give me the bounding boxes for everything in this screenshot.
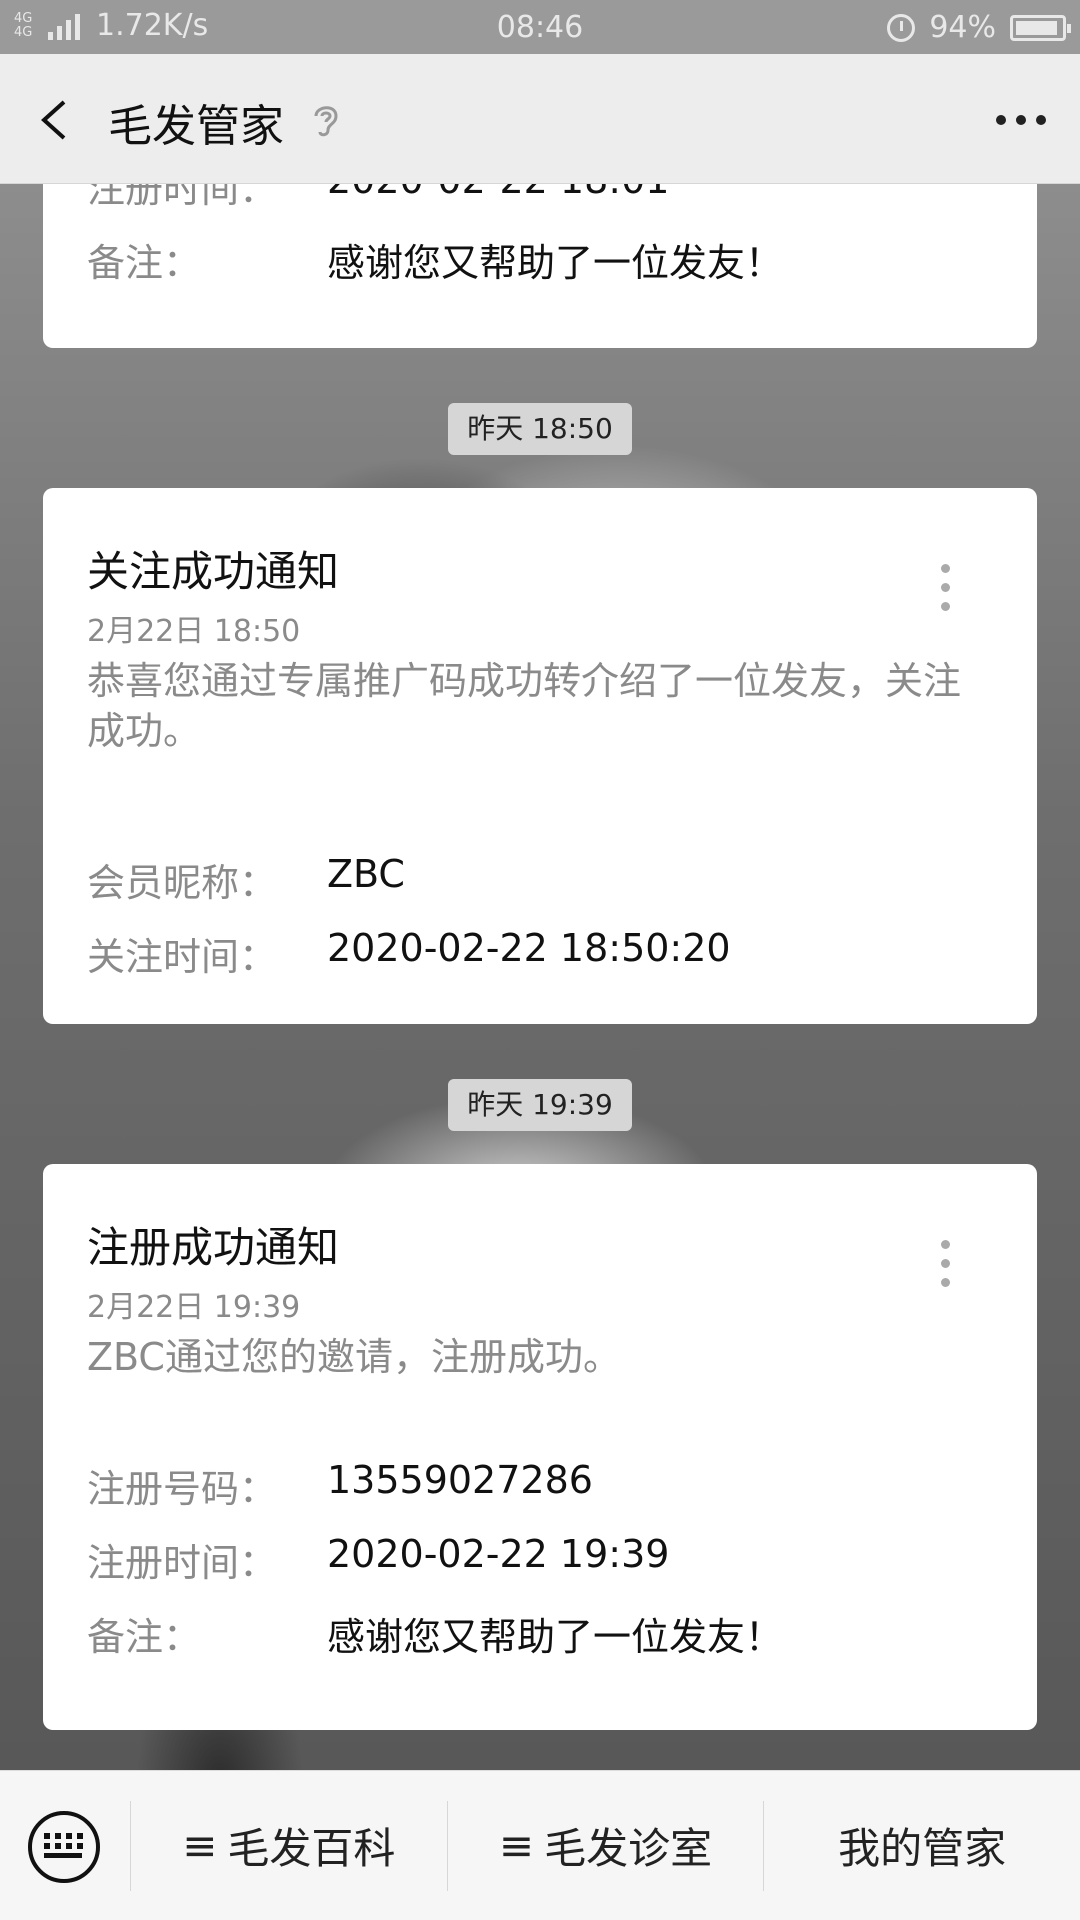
menu-list-icon: ≡: [182, 1821, 218, 1870]
card-description: 恭喜您通过专属推广码成功转介绍了一位发友，关注成功。: [87, 659, 962, 753]
card-date: 2月22日 19:39: [87, 1290, 301, 1325]
info-row: 注册时间： 2020-02-22 19:39: [87, 1532, 669, 1587]
page-title: 毛发管家: [108, 101, 284, 152]
chat-area[interactable]: 注册时间： 2020-02-22 18:01 备注： 感谢您又帮助了一位发友！ …: [0, 184, 1080, 1770]
message-card[interactable]: 关注成功通知 2月22日 18:50 恭喜您通过专属推广码成功转介绍了一位发友，…: [43, 488, 1037, 1024]
info-row: 备注： 感谢您又帮助了一位发友！: [87, 1606, 783, 1661]
row-value: 感谢您又帮助了一位发友！: [327, 241, 784, 285]
info-row: 关注时间： 2020-02-22 18:50:20: [87, 926, 731, 981]
row-label: 关注时间：: [87, 935, 278, 979]
row-label: 注册时间：: [87, 1541, 278, 1585]
card-title: 注册成功通知: [87, 1223, 340, 1272]
message-timestamp: 昨天 18:50: [448, 403, 632, 455]
top-nav-bar: 毛发管家: [0, 54, 1080, 184]
card-description: ZBC通过您的邀请，注册成功。: [87, 1335, 621, 1379]
row-value: ZBC: [327, 852, 405, 896]
battery-icon: [1010, 14, 1071, 41]
menu-tab-hair-encyclopedia[interactable]: ≡ 毛发百科: [130, 1800, 447, 1891]
row-value: 2020-02-22 18:50:20: [327, 926, 731, 970]
info-row: 注册时间： 2020-02-22 18:01: [87, 184, 669, 213]
info-row: 注册号码： 13559027286: [87, 1458, 593, 1513]
row-label: 会员昵称：: [87, 861, 278, 905]
back-arrow-icon[interactable]: [34, 98, 78, 142]
row-label: 注册时间：: [87, 184, 278, 211]
info-row: 会员昵称： ZBC: [87, 852, 405, 907]
message-card[interactable]: 注册成功通知 2月22日 19:39 ZBC通过您的邀请，注册成功。 注册号码：…: [43, 1164, 1037, 1730]
more-options-icon[interactable]: [986, 108, 1046, 132]
row-value: 2020-02-22 18:01: [327, 184, 669, 213]
card-menu-icon[interactable]: [941, 564, 951, 611]
row-value: 感谢您又帮助了一位发友！: [327, 1615, 784, 1659]
row-value: 13559027286: [327, 1458, 593, 1502]
battery-percent: 94%: [929, 10, 996, 45]
info-row: 备注： 感谢您又帮助了一位发友！: [87, 232, 783, 287]
bottom-menu-bar: ≡ 毛发百科 ≡ 毛发诊室 我的管家: [0, 1770, 1080, 1920]
row-label: 备注：: [87, 241, 202, 285]
menu-tab-label: 毛发诊室: [544, 1824, 713, 1873]
menu-tab-hair-clinic[interactable]: ≡ 毛发诊室: [446, 1800, 764, 1891]
card-title: 关注成功通知: [87, 547, 340, 596]
alarm-icon: [887, 13, 916, 42]
status-bar: 4G 4G 1.72K/s 08:46 94%: [0, 0, 1080, 54]
row-label: 备注：: [87, 1615, 202, 1659]
message-timestamp: 昨天 19:39: [448, 1079, 632, 1131]
row-label: 注册号码：: [87, 1467, 278, 1511]
card-date: 2月22日 18:50: [87, 614, 301, 649]
menu-tab-my-butler[interactable]: 我的管家: [763, 1800, 1080, 1891]
card-menu-icon[interactable]: [941, 1240, 951, 1287]
message-card: 注册时间： 2020-02-22 18:01 备注： 感谢您又帮助了一位发友！: [43, 184, 1037, 348]
menu-list-icon: ≡: [498, 1821, 535, 1870]
menu-tab-label: 毛发百科: [227, 1824, 396, 1873]
ear-icon[interactable]: [308, 100, 344, 140]
menu-tab-label: 我的管家: [838, 1824, 1007, 1873]
keyboard-toggle-button[interactable]: [0, 1771, 130, 1920]
row-value: 2020-02-22 19:39: [327, 1532, 670, 1576]
